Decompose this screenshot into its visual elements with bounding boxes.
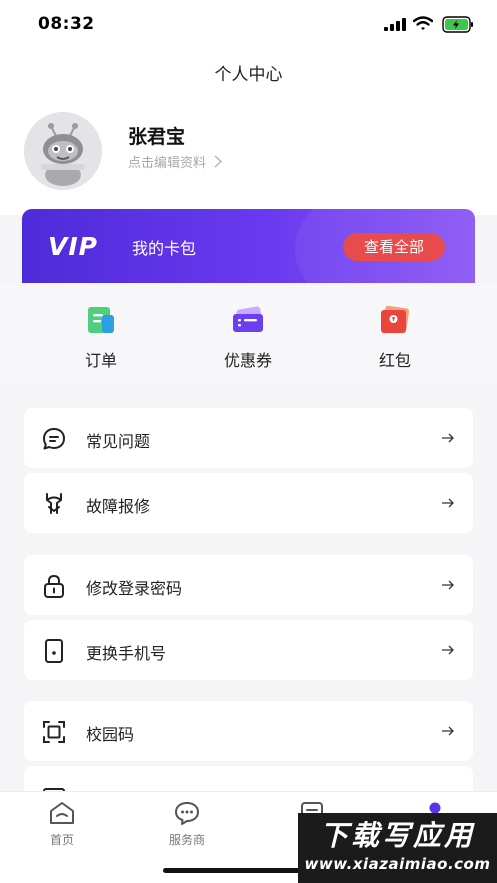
chat-icon bbox=[175, 802, 199, 825]
vip-logo-icon: VIP bbox=[48, 233, 98, 259]
arrow-right-icon bbox=[442, 726, 454, 736]
quick-item-order[interactable]: 订单 bbox=[46, 305, 156, 371]
order-icon bbox=[88, 307, 114, 333]
watermark-title: 下载写应用 bbox=[319, 819, 475, 852]
coupon-icon bbox=[233, 306, 263, 332]
tab-label: 首页 bbox=[49, 833, 74, 847]
quick-item-coupon[interactable]: 优惠券 bbox=[193, 305, 303, 371]
avatar[interactable] bbox=[24, 112, 102, 190]
faq-icon bbox=[43, 428, 65, 450]
quick-item-label: 订单 bbox=[84, 351, 117, 370]
signal-icon bbox=[384, 18, 406, 31]
tab-service-provider[interactable]: 服务商 bbox=[147, 800, 227, 848]
wifi-icon bbox=[413, 16, 433, 30]
quick-item-label: 优惠券 bbox=[223, 351, 272, 370]
quick-actions: 订单 优惠券 红包 bbox=[0, 283, 497, 383]
red-envelope-icon bbox=[381, 305, 410, 333]
user-name: 张君宝 bbox=[128, 126, 186, 148]
repair-icon bbox=[46, 493, 62, 514]
menu-item-label: 更换手机号 bbox=[86, 644, 167, 663]
home-icon bbox=[50, 802, 74, 824]
watermark: 下载写应用 www.xiazaimiao.com bbox=[298, 813, 497, 883]
menu-item-repair[interactable]: 故障报修 bbox=[24, 473, 473, 533]
edit-profile-link[interactable]: 点击编辑资料 bbox=[128, 152, 223, 171]
view-all-button[interactable]: 查看全部 bbox=[343, 233, 445, 261]
menu-item-label: 修改登录密码 bbox=[86, 579, 183, 598]
quick-item-red-envelope[interactable]: 红包 bbox=[340, 305, 450, 371]
phone-icon bbox=[45, 639, 63, 663]
menu-item-change-password[interactable]: 修改登录密码 bbox=[24, 555, 473, 615]
vip-card[interactable]: VIP 我的卡包 查看全部 bbox=[22, 209, 475, 283]
status-bar: 08:32 bbox=[0, 0, 497, 48]
menu-item-faq[interactable]: 常见问题 bbox=[24, 408, 473, 468]
menu-item-label: 常见问题 bbox=[86, 432, 151, 451]
svg-text:VIP: VIP bbox=[48, 233, 98, 259]
vip-label: 我的卡包 bbox=[132, 239, 197, 258]
arrow-right-icon bbox=[442, 645, 454, 655]
battery-icon bbox=[442, 16, 473, 33]
quick-item-label: 红包 bbox=[378, 351, 411, 370]
menu-item-change-phone[interactable]: 更换手机号 bbox=[24, 620, 473, 680]
edit-profile-label: 点击编辑资料 bbox=[128, 156, 207, 171]
menu-item-campus-code[interactable]: 校园码 bbox=[24, 701, 473, 761]
robot-avatar-icon bbox=[24, 112, 102, 190]
page-title: 个人中心 bbox=[214, 65, 283, 85]
arrow-right-icon bbox=[442, 498, 454, 508]
menu-item-label: 故障报修 bbox=[86, 497, 151, 516]
watermark-url: www.xiazaimiao.com bbox=[304, 855, 491, 873]
tab-label: 服务商 bbox=[168, 833, 205, 847]
arrow-right-icon bbox=[442, 580, 454, 590]
status-time: 08:32 bbox=[38, 14, 95, 34]
arrow-right-icon bbox=[442, 433, 454, 443]
menu-item-label: 校园码 bbox=[86, 725, 135, 744]
scan-icon bbox=[43, 721, 65, 743]
lock-icon bbox=[44, 574, 64, 598]
chevron-right-icon bbox=[214, 155, 223, 168]
tab-home[interactable]: 首页 bbox=[22, 800, 102, 848]
